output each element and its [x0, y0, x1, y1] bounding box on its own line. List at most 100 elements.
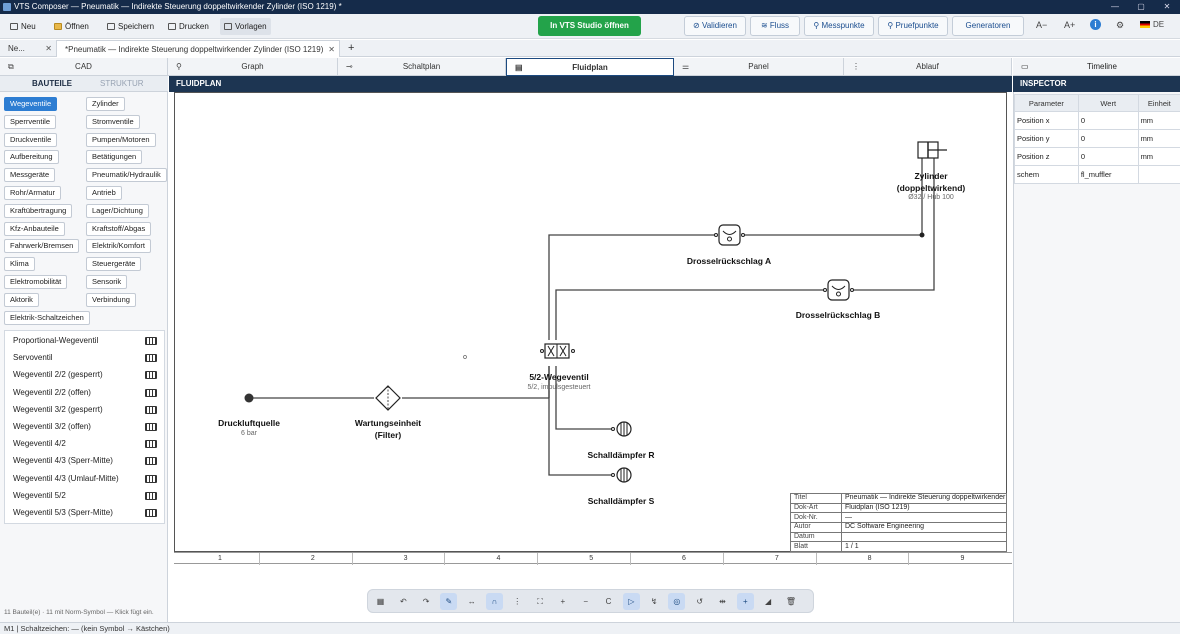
cylinder-label: Zylinder: [880, 171, 982, 181]
ruler-separator: [352, 553, 353, 565]
title-block-row: Datum: [791, 532, 1007, 542]
grid-icon[interactable]: ▦: [372, 593, 389, 610]
col-unit: Einheit: [1138, 95, 1180, 112]
junction-dot: [920, 233, 925, 238]
throttle-b-label: Drosselrückschlag B: [787, 310, 889, 320]
ruler-separator: [537, 553, 538, 565]
service-unit-label-2: (Filter): [338, 430, 438, 440]
title-block-key: Titel: [791, 494, 842, 504]
title-block: TitelPneumatik — Indirekte Steuerung dop…: [790, 493, 1007, 552]
inspector-table: Parameter Wert Einheit Position x0mmPosi…: [1014, 94, 1180, 184]
inspector-unit: mm: [1138, 112, 1180, 130]
title-block-value: [842, 532, 1007, 542]
delete-icon[interactable]: 🗑: [782, 593, 799, 610]
cursor-marker: [464, 356, 467, 359]
title-block-value: Fluidplan (ISO 1219): [842, 503, 1007, 513]
draw-icon[interactable]: ✎: [440, 593, 457, 610]
column-ruler: 1 2 3 4 5 6 7 8 9: [174, 552, 1012, 564]
muffler-s-symbol[interactable]: [612, 468, 632, 482]
ruler-separator: [816, 553, 817, 565]
route-icon[interactable]: ▷: [623, 593, 640, 610]
inspector-unit: [1138, 166, 1180, 184]
snap-icon[interactable]: ∩: [486, 593, 503, 610]
ruler-separator: [259, 553, 260, 565]
ruler-separator: [630, 553, 631, 565]
air-source-symbol[interactable]: [245, 394, 254, 403]
ruler-separator: [723, 553, 724, 565]
title-block-key: Autor: [791, 523, 842, 533]
title-block-value: DC Software Engineering: [842, 523, 1007, 533]
ruler-number: 8: [866, 553, 874, 565]
service-unit-symbol[interactable]: [376, 386, 400, 410]
inspector-unit: mm: [1138, 148, 1180, 166]
canvas-toolbar: ▦↶↷✎↔∩⋮⛶+−C▷↯◎↺⇹+◢🗑: [367, 589, 814, 613]
inspector-row[interactable]: Position x0mm: [1015, 112, 1180, 130]
inspector-header: INSPECTOR: [1013, 76, 1180, 92]
ruler-number: 2: [309, 553, 317, 565]
inspector-row[interactable]: Position y0mm: [1015, 130, 1180, 148]
throttle-b-symbol[interactable]: [824, 280, 854, 300]
cylinder-symbol[interactable]: [918, 142, 947, 158]
inspector-param: Position z: [1015, 148, 1079, 166]
redo-icon[interactable]: ↷: [418, 593, 435, 610]
fit-icon[interactable]: ⛶: [532, 593, 549, 610]
title-block-key: Dok-Nr.: [791, 513, 842, 523]
valve-5-2-symbol[interactable]: [541, 344, 575, 358]
inspector-value[interactable]: 0: [1078, 112, 1138, 130]
inspector-param: Position x: [1015, 112, 1079, 130]
muffler-s-label: Schalldämpfer S: [572, 496, 670, 506]
title-block-value: 1 / 1: [842, 542, 1007, 552]
inspector-unit: mm: [1138, 130, 1180, 148]
view-3d-icon[interactable]: ◎: [668, 593, 685, 610]
inspector-panel: Parameter Wert Einheit Position x0mmPosi…: [1013, 92, 1180, 622]
throttle-a-symbol[interactable]: [715, 225, 745, 245]
fill-icon[interactable]: ◢: [760, 593, 777, 610]
throttle-a-label: Drosselrückschlag A: [678, 256, 780, 266]
cylinder-sub: Ø32 / Hub 100: [880, 194, 982, 201]
ruler-number: 4: [494, 553, 502, 565]
inspector-param: schem: [1015, 166, 1079, 184]
ruler-number: 3: [402, 553, 410, 565]
zoom-in-icon[interactable]: +: [554, 593, 571, 610]
muffler-r-symbol[interactable]: [612, 422, 632, 436]
auto-icon[interactable]: ↯: [646, 593, 663, 610]
title-block-row: Blatt1 / 1: [791, 542, 1007, 552]
rotate-icon[interactable]: ↺: [691, 593, 708, 610]
title-block-row: Dok-ArtFluidplan (ISO 1219): [791, 503, 1007, 513]
inspector-row[interactable]: schemfl_muffler: [1015, 166, 1180, 184]
muffler-r-label: Schalldämpfer R: [572, 450, 670, 460]
inspector-param: Position y: [1015, 130, 1079, 148]
title-block-key: Datum: [791, 532, 842, 542]
valve-sub: 5/2, impulsgesteuert: [508, 384, 610, 391]
title-block-row: Dok-Nr.—: [791, 513, 1007, 523]
pan-icon[interactable]: ↔: [463, 593, 480, 610]
ruler-number: 5: [587, 553, 595, 565]
mirror-icon[interactable]: ⇹: [714, 593, 731, 610]
service-unit-label: Wartungseinheit: [338, 418, 438, 428]
ruler-separator: [908, 553, 909, 565]
inspector-value[interactable]: 0: [1078, 148, 1138, 166]
ruler-number: 9: [958, 553, 966, 565]
col-parameter: Parameter: [1015, 95, 1079, 112]
ruler-separator: [444, 553, 445, 565]
inspector-value[interactable]: 0: [1078, 130, 1138, 148]
cylinder-label-2: (doppeltwirkend): [880, 183, 982, 193]
undo-icon[interactable]: ↶: [395, 593, 412, 610]
inspector-value[interactable]: fl_muffler: [1078, 166, 1138, 184]
ruler-number: 1: [216, 553, 224, 565]
reset-icon[interactable]: C: [600, 593, 617, 610]
zoom-out-icon[interactable]: −: [577, 593, 594, 610]
ruler-number: 6: [680, 553, 688, 565]
status-bar: M1 | Schaltzeichen: — (kein Symbol → Käs…: [0, 622, 1180, 634]
col-value: Wert: [1078, 95, 1138, 112]
source-sub: 6 bar: [200, 430, 298, 437]
add-icon[interactable]: +: [737, 593, 754, 610]
distribute-icon[interactable]: ⋮: [509, 593, 526, 610]
title-block-value: Pneumatik — Indirekte Steuerung doppeltw…: [842, 494, 1007, 504]
valve-label: 5/2-Wegeventil: [508, 372, 610, 382]
ruler-number: 7: [773, 553, 781, 565]
source-label: Druckluftquelle: [200, 418, 298, 428]
inspector-row[interactable]: Position z0mm: [1015, 148, 1180, 166]
title-block-key: Blatt: [791, 542, 842, 552]
title-block-value: —: [842, 513, 1007, 523]
